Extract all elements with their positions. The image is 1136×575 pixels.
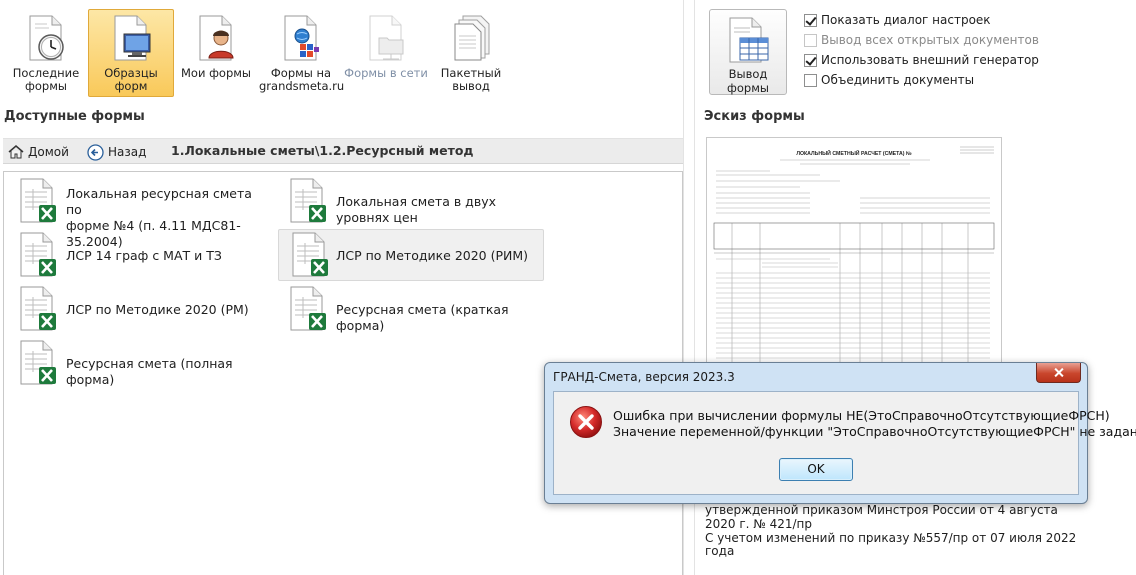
toolbar: Последние формы Образцы форм Мои формы Ф…: [0, 0, 684, 100]
excel-document-icon: [20, 340, 56, 385]
batch-documents-icon: [454, 15, 490, 61]
use-external-generator-option[interactable]: Использовать внешний генератор: [804, 52, 1039, 68]
error-dialog: ГРАНД-Смета, версия 2023.3 Ошибка при вы…: [544, 362, 1136, 504]
excel-document-icon: [290, 178, 326, 223]
user-document-icon: [199, 15, 234, 61]
sample-forms-label: Образцы форм: [104, 66, 158, 93]
output-form-label: Вывод формы: [727, 67, 769, 95]
web-forms-button[interactable]: Формы на grandsmeta.ru: [258, 9, 344, 97]
form-item-resource-estimate-full[interactable]: Ресурсная смета (полная форма): [6, 337, 268, 389]
form-preview: ЛОКАЛЬНЫЙ СМЕТНЫЙ РАСЧЕТ (СМЕТА) №: [706, 137, 1002, 377]
breadcrumb: 1.Локальные сметы\1.2.Ресурсный метод: [171, 143, 474, 158]
recent-forms-label: Последние формы: [12, 66, 80, 93]
show-settings-dialog-checkbox[interactable]: [804, 13, 817, 27]
network-folder-icon: [369, 15, 404, 61]
back-label: Назад: [108, 145, 147, 159]
home-label: Домой: [28, 145, 69, 159]
recent-forms-button[interactable]: Последние формы: [3, 9, 89, 97]
option-label: Показать диалог настроек: [821, 13, 991, 27]
excel-document-icon: [20, 286, 56, 331]
batch-output-button[interactable]: Пакетный вывод: [428, 9, 514, 97]
description-line: года: [705, 544, 735, 558]
home-icon: [8, 145, 24, 159]
network-forms-button[interactable]: Формы в сети: [343, 9, 429, 97]
excel-document-icon: [20, 178, 56, 223]
error-icon: [570, 406, 602, 438]
option-label: Объединить документы: [821, 73, 975, 87]
form-item-label: Ресурсная смета (краткая форма): [336, 302, 509, 333]
preview-sheet: ЛОКАЛЬНЫЙ СМЕТНЫЙ РАСЧЕТ (СМЕТА) №: [710, 141, 998, 376]
form-item-lsr-14-columns[interactable]: ЛСР 14 граф с МАТ и ТЗ: [6, 229, 268, 281]
error-message-line-2: Значение переменной/функции "ЭтоСправочн…: [613, 424, 1136, 439]
excel-document-icon: [290, 286, 326, 331]
dialog-body: Ошибка при вычислении формулы НЕ(ЭтоСпра…: [553, 391, 1136, 495]
output-form-button[interactable]: Вывод формы: [709, 9, 787, 95]
form-item-local-estimate-two-price-levels[interactable]: Локальная смета в двух уровнях цен: [276, 175, 544, 227]
sketch-title: Эскиз формы: [704, 109, 805, 124]
table-document-icon: [729, 17, 769, 63]
merge-documents-option[interactable]: Объединить документы: [804, 72, 974, 88]
clock-document-icon: [29, 15, 64, 61]
option-label: Вывод всех открытых документов: [821, 33, 1039, 47]
show-settings-dialog-option[interactable]: Показать диалог настроек: [804, 12, 991, 28]
form-item-label: Ресурсная смета (полная форма): [66, 356, 233, 387]
form-item-lsr-method-2020-rim[interactable]: ЛСР по Методике 2020 (РИМ): [278, 229, 544, 281]
form-item-label: ЛСР 14 граф с МАТ и ТЗ: [66, 248, 222, 263]
back-arrow-icon: [87, 143, 104, 161]
dialog-close-button[interactable]: [1036, 363, 1081, 383]
description-line: С учетом изменений по приказу №557/пр от…: [705, 531, 1077, 545]
batch-output-label: Пакетный вывод: [440, 66, 502, 93]
preview-document-image: ЛОКАЛЬНЫЙ СМЕТНЫЙ РАСЧЕТ (СМЕТА) №: [713, 146, 995, 376]
home-button[interactable]: Домой: [8, 142, 69, 162]
error-message-line-1: Ошибка при вычислении формулы НЕ(ЭтоСпра…: [613, 408, 1110, 423]
option-label: Использовать внешний генератор: [821, 53, 1039, 67]
excel-document-icon: [20, 232, 56, 277]
dialog-title: ГРАНД-Смета, версия 2023.3: [553, 370, 735, 384]
merge-documents-checkbox[interactable]: [804, 73, 817, 87]
form-item-local-resource-estimate-f4[interactable]: Локальная ресурсная смета по форме №4 (п…: [6, 175, 268, 249]
navigation-bar: Домой Назад 1.Локальные сметы\1.2.Ресурс…: [3, 138, 683, 164]
description-line: утвержденной приказом Минстроя России от…: [705, 503, 1058, 517]
use-external-generator-checkbox[interactable]: [804, 53, 817, 67]
form-item-label: Локальная смета в двух уровнях цен: [336, 194, 496, 225]
form-item-label: ЛСР по Методике 2020 (РМ): [66, 302, 249, 317]
output-all-open-docs-checkbox[interactable]: [804, 33, 817, 47]
web-document-icon: [284, 15, 319, 61]
sample-forms-button[interactable]: Образцы форм: [88, 9, 174, 97]
excel-document-icon: [292, 232, 328, 277]
output-all-open-docs-option[interactable]: Вывод всех открытых документов: [804, 32, 1039, 48]
available-forms-title: Доступные формы: [4, 109, 145, 124]
web-forms-label: Формы на grandsmeta.ru: [259, 66, 345, 93]
monitor-document-icon: [114, 15, 151, 61]
form-item-label: ЛСР по Методике 2020 (РИМ): [336, 248, 529, 263]
form-item-lsr-method-2020-rm[interactable]: ЛСР по Методике 2020 (РМ): [6, 283, 268, 335]
my-forms-button[interactable]: Мои формы: [173, 9, 259, 97]
ok-button[interactable]: OK: [779, 458, 853, 481]
my-forms-label: Мои формы: [180, 66, 251, 80]
back-button[interactable]: Назад: [87, 142, 146, 162]
form-item-resource-estimate-short[interactable]: Ресурсная смета (краткая форма): [276, 283, 544, 335]
network-forms-label: Формы в сети: [344, 66, 428, 80]
description-line: 2020 г. № 421/пр: [705, 517, 812, 531]
preview-heading: ЛОКАЛЬНЫЙ СМЕТНЫЙ РАСЧЕТ (СМЕТА) №: [796, 149, 912, 157]
